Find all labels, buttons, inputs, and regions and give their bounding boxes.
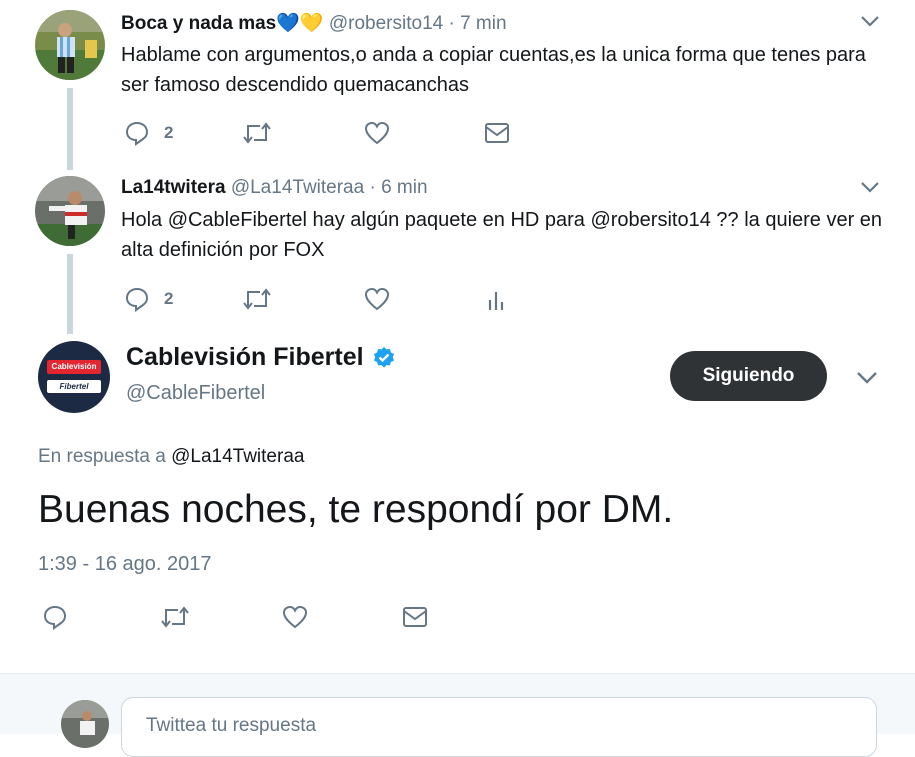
tweet-text: Hola @CableFibertel hay algún paquete en… bbox=[121, 209, 883, 261]
heart-icon bbox=[364, 287, 390, 311]
reply-context: En respuesta a @La14Twiteraa bbox=[38, 446, 304, 468]
display-name[interactable]: Cablevisión Fibertel bbox=[126, 343, 364, 372]
tweet-text: Hablame con argumentos,o anda a copiar c… bbox=[121, 44, 866, 96]
like-button[interactable] bbox=[364, 286, 390, 312]
like-button[interactable] bbox=[282, 604, 308, 630]
direct-message-button[interactable] bbox=[402, 606, 428, 628]
envelope-icon bbox=[403, 607, 427, 627]
user-handle[interactable]: @robersito14 bbox=[329, 13, 443, 34]
heart-icon bbox=[282, 605, 308, 629]
reply-input[interactable]: Twittea tu respuesta bbox=[121, 697, 877, 757]
thread-line bbox=[67, 88, 73, 170]
user-handle[interactable]: @La14Twiteraa bbox=[231, 177, 364, 198]
reply-context-label: En respuesta a bbox=[38, 446, 172, 467]
tweet-header: Boca y nada mas💙💛 @robersito14 · 7 min bbox=[121, 11, 507, 35]
reply-button[interactable]: 2 bbox=[124, 286, 173, 312]
reply-count: 2 bbox=[164, 289, 174, 308]
verified-badge-icon bbox=[373, 346, 394, 368]
reply-icon bbox=[125, 121, 149, 146]
logo-bottom-badge: Fibertel bbox=[47, 380, 101, 393]
retweet-icon bbox=[161, 606, 189, 628]
main-tweet-text: Buenas noches, te respondí por DM. bbox=[38, 488, 674, 531]
retweet-button[interactable] bbox=[243, 121, 271, 145]
retweet-icon bbox=[243, 288, 271, 310]
avatar[interactable] bbox=[35, 10, 105, 80]
reply-button[interactable]: 2 bbox=[124, 120, 173, 146]
heart-icon bbox=[364, 121, 390, 145]
retweet-icon bbox=[243, 122, 271, 144]
profile-logo[interactable]: Cablevisión Fibertel bbox=[38, 341, 110, 413]
chevron-down-icon[interactable] bbox=[856, 370, 878, 389]
current-user-avatar[interactable] bbox=[61, 700, 109, 748]
tweet-time[interactable]: · 7 min bbox=[448, 13, 506, 34]
direct-message-button[interactable] bbox=[484, 122, 510, 144]
avatar[interactable] bbox=[35, 176, 105, 246]
display-name[interactable]: Boca y nada mas bbox=[121, 13, 276, 34]
chevron-down-icon[interactable] bbox=[860, 180, 880, 199]
retweet-button[interactable] bbox=[161, 605, 189, 629]
logo-top-badge: Cablevisión bbox=[47, 360, 101, 374]
account-name-row: Cablevisión Fibertel bbox=[126, 343, 396, 372]
envelope-icon bbox=[485, 123, 509, 143]
retweet-button[interactable] bbox=[243, 287, 271, 311]
tweet-header: La14twitera @La14Twiteraa · 6 min bbox=[121, 177, 428, 199]
display-name[interactable]: La14twitera bbox=[121, 177, 226, 198]
reply-count: 2 bbox=[164, 123, 174, 142]
analytics-icon bbox=[488, 292, 504, 310]
reply-button[interactable] bbox=[42, 604, 68, 630]
analytics-button[interactable] bbox=[486, 288, 508, 312]
thread-line bbox=[67, 254, 73, 334]
reply-icon bbox=[43, 605, 67, 630]
reply-icon bbox=[125, 287, 149, 312]
user-handle[interactable]: @CableFibertel bbox=[126, 382, 265, 405]
following-button[interactable]: Siguiendo bbox=[670, 351, 827, 401]
reply-context-handle[interactable]: @La14Twiteraa bbox=[171, 446, 304, 467]
tweet-time[interactable]: · 6 min bbox=[369, 177, 427, 198]
emoji-hearts: 💙💛 bbox=[276, 13, 324, 34]
tweet-timestamp[interactable]: 1:39 - 16 ago. 2017 bbox=[38, 553, 211, 576]
like-button[interactable] bbox=[364, 120, 390, 146]
chevron-down-icon[interactable] bbox=[860, 14, 880, 33]
